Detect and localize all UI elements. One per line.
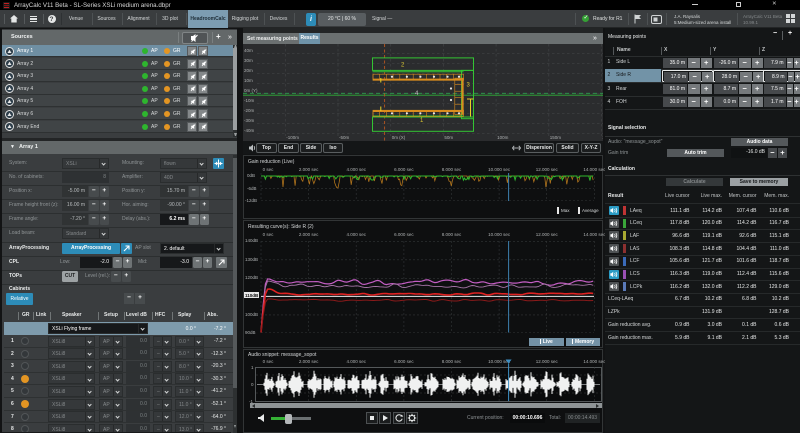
svg-text:4: 4 <box>415 91 419 97</box>
svg-text:1: 1 <box>420 118 424 124</box>
svg-text:3: 3 <box>467 83 471 89</box>
